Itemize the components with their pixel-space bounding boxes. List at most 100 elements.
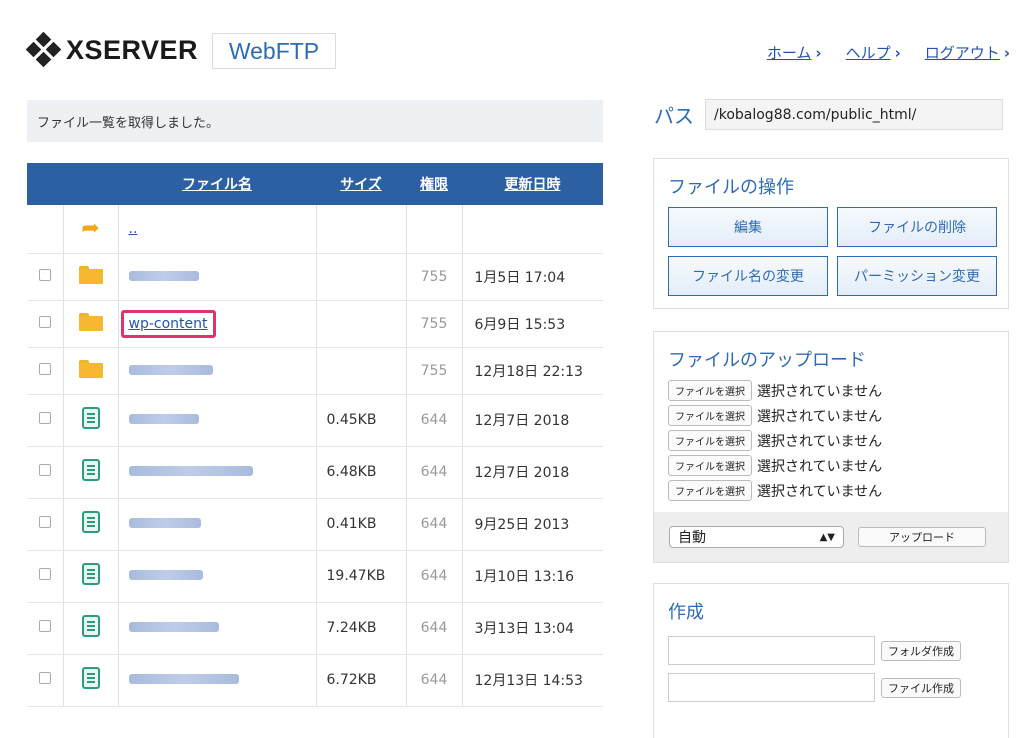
nav-logout[interactable]: ログアウト › bbox=[925, 42, 1010, 63]
file-name-input[interactable] bbox=[668, 673, 875, 702]
rename-button[interactable]: ファイル名の変更 bbox=[668, 256, 828, 296]
row-size: 0.41KB bbox=[316, 498, 407, 551]
file-icon bbox=[81, 459, 100, 481]
table-row[interactable]: 755 12月18日 22:13 bbox=[27, 347, 603, 395]
folder-name-input[interactable] bbox=[668, 636, 875, 665]
row-size bbox=[316, 347, 407, 395]
path-field[interactable]: /kobalog88.com/public_html/ bbox=[705, 99, 1003, 130]
chevron-right-icon: › bbox=[815, 44, 822, 62]
nav-help[interactable]: ヘルプ › bbox=[846, 42, 901, 63]
row-checkbox[interactable] bbox=[38, 568, 51, 580]
change-permission-button[interactable]: パーミッション変更 bbox=[837, 256, 997, 296]
row-date: 12月7日 2018 bbox=[462, 394, 603, 447]
choose-file-button[interactable]: ファイルを選択 bbox=[668, 430, 752, 451]
row-size: 7.24KB bbox=[316, 602, 407, 655]
blurred-name-link[interactable] bbox=[128, 570, 203, 580]
create-title: 作成 bbox=[668, 602, 704, 623]
status-message: ファイル一覧を取得しました。 bbox=[27, 100, 603, 142]
parent-dir-row[interactable]: ➦ .. bbox=[27, 205, 603, 254]
no-file-selected: 選択されていません bbox=[757, 383, 883, 400]
choose-file-button[interactable]: ファイルを選択 bbox=[668, 405, 752, 426]
nav-home-link[interactable]: ホーム bbox=[767, 44, 812, 62]
nav-help-link[interactable]: ヘルプ bbox=[846, 44, 891, 62]
table-row[interactable]: 19.47KB 644 1月10日 13:16 bbox=[27, 550, 603, 603]
row-date: 1月10日 13:16 bbox=[462, 550, 603, 603]
delete-file-button[interactable]: ファイルの削除 bbox=[837, 207, 997, 247]
row-size: 19.47KB bbox=[316, 550, 407, 603]
table-row[interactable]: 6.48KB 644 12月7日 2018 bbox=[27, 446, 603, 499]
row-size: 6.48KB bbox=[316, 446, 407, 499]
sort-by-name[interactable]: ファイル名 bbox=[118, 163, 316, 205]
row-perm: 644 bbox=[406, 654, 463, 707]
row-size: 6.72KB bbox=[316, 654, 407, 707]
highlight-box: wp-content bbox=[120, 309, 216, 338]
table-header-row: ファイル名 サイズ 権限 更新日時 bbox=[27, 163, 603, 205]
upload-row: ファイルを選択 選択されていません bbox=[654, 378, 1008, 403]
upload-button[interactable]: アップロード bbox=[858, 527, 986, 547]
sort-by-size[interactable]: サイズ bbox=[316, 163, 406, 205]
upload-row: ファイルを選択 選択されていません bbox=[654, 428, 1008, 453]
choose-file-button[interactable]: ファイルを選択 bbox=[668, 380, 752, 401]
row-checkbox[interactable] bbox=[38, 412, 51, 424]
create-panel: 作成 フォルダ作成 ファイル作成 bbox=[653, 583, 1009, 738]
blurred-name-link[interactable] bbox=[128, 414, 199, 424]
file-icon bbox=[81, 615, 100, 637]
choose-file-button[interactable]: ファイルを選択 bbox=[668, 455, 752, 476]
create-file-button[interactable]: ファイル作成 bbox=[881, 677, 961, 698]
transfer-mode-value: 自動 bbox=[678, 530, 706, 546]
file-icon bbox=[81, 667, 100, 689]
row-date: 1月5日 17:04 bbox=[462, 253, 603, 301]
blurred-name-link[interactable] bbox=[128, 466, 253, 476]
row-checkbox[interactable] bbox=[38, 464, 51, 476]
edit-button[interactable]: 編集 bbox=[668, 207, 828, 247]
wp-content-link[interactable]: wp-content bbox=[129, 316, 208, 332]
chevron-right-icon: › bbox=[894, 44, 901, 62]
table-row[interactable]: 0.41KB 644 9月25日 2013 bbox=[27, 498, 603, 551]
nav-home[interactable]: ホーム › bbox=[767, 42, 822, 63]
row-perm: 644 bbox=[406, 550, 463, 603]
no-file-selected: 選択されていません bbox=[757, 408, 883, 425]
upload-row: ファイルを選択 選択されていません bbox=[654, 478, 1008, 503]
file-icon bbox=[81, 563, 100, 585]
choose-file-button[interactable]: ファイルを選択 bbox=[668, 480, 752, 501]
header-check bbox=[27, 163, 63, 205]
file-table: ファイル名 サイズ 権限 更新日時 ➦ .. 755 1月5日 17:04 wp… bbox=[27, 163, 603, 707]
row-checkbox[interactable] bbox=[38, 315, 51, 328]
nav-logout-link[interactable]: ログアウト bbox=[925, 44, 1000, 62]
row-checkbox[interactable] bbox=[38, 620, 51, 632]
file-icon bbox=[81, 407, 100, 429]
table-row[interactable]: wp-content 755 6月9日 15:53 bbox=[27, 300, 603, 348]
row-checkbox[interactable] bbox=[38, 672, 51, 684]
row-perm: 644 bbox=[406, 446, 463, 499]
folder-icon bbox=[78, 312, 103, 331]
select-arrows-icon: ▲▼ bbox=[819, 531, 835, 543]
row-checkbox[interactable] bbox=[38, 268, 51, 281]
transfer-mode-select[interactable]: 自動 ▲▼ bbox=[669, 526, 844, 548]
row-perm: 755 bbox=[406, 253, 463, 301]
table-row[interactable]: 6.72KB 644 12月13日 14:53 bbox=[27, 654, 603, 707]
sort-by-date[interactable]: 更新日時 bbox=[462, 163, 603, 205]
parent-dir-link[interactable]: .. bbox=[129, 221, 138, 237]
parent-folder-up-icon: ➦ bbox=[81, 216, 100, 242]
file-icon bbox=[81, 511, 100, 533]
table-row[interactable]: 0.45KB 644 12月7日 2018 bbox=[27, 394, 603, 447]
row-date: 6月9日 15:53 bbox=[462, 300, 603, 348]
blurred-name-link[interactable] bbox=[128, 270, 199, 281]
sort-by-perm[interactable]: 権限 bbox=[406, 163, 462, 205]
table-row[interactable]: 7.24KB 644 3月13日 13:04 bbox=[27, 602, 603, 655]
create-folder-button[interactable]: フォルダ作成 bbox=[881, 640, 961, 661]
blurred-name-link[interactable] bbox=[128, 364, 213, 375]
blurred-name-link[interactable] bbox=[128, 518, 201, 528]
upload-row: ファイルを選択 選択されていません bbox=[654, 453, 1008, 478]
row-perm: 755 bbox=[406, 300, 463, 348]
table-row[interactable]: 755 1月5日 17:04 bbox=[27, 253, 603, 301]
row-date: 3月13日 13:04 bbox=[462, 602, 603, 655]
blurred-name-link[interactable] bbox=[128, 674, 239, 684]
row-date: 9月25日 2013 bbox=[462, 498, 603, 551]
blurred-name-link[interactable] bbox=[128, 622, 219, 632]
no-file-selected: 選択されていません bbox=[757, 483, 883, 500]
row-checkbox[interactable] bbox=[38, 362, 51, 375]
row-checkbox[interactable] bbox=[38, 516, 51, 528]
row-perm: 755 bbox=[406, 347, 463, 395]
no-file-selected: 選択されていません bbox=[757, 433, 883, 450]
